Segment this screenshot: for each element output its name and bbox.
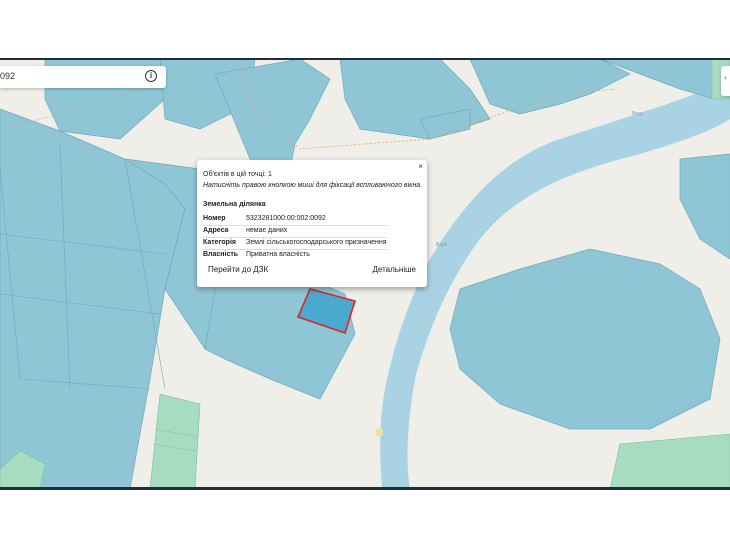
close-icon[interactable]: × (418, 162, 423, 171)
info-row: Категорія Землі сільськогосподарського п… (203, 238, 387, 250)
info-row: Адреса немає даних (203, 226, 387, 238)
objects-count: Об'єктів в цій точці: 1 (203, 171, 272, 178)
row-value: Землі сільськогосподарського призначення (246, 239, 387, 246)
details-button[interactable]: Детальніше (372, 265, 416, 274)
road-label: Ворс (436, 242, 448, 248)
parcel[interactable] (469, 59, 631, 115)
map-marker (376, 429, 383, 436)
green-plot (149, 393, 201, 489)
map-control-button[interactable]: › (721, 66, 730, 96)
search-input[interactable]: 092 (0, 71, 15, 81)
parcel[interactable] (679, 153, 730, 260)
top-divider (0, 58, 730, 60)
search-box[interactable]: 092 i (0, 66, 166, 88)
info-row: Власність Приватна власність (203, 250, 387, 261)
row-key: Категорія (203, 239, 236, 246)
parcel[interactable] (449, 248, 721, 430)
row-value: немає даних (246, 227, 288, 234)
row-key: Власність (203, 251, 239, 258)
green-plot (609, 433, 730, 489)
row-key: Номер (203, 215, 226, 222)
control-icon: › (724, 73, 727, 82)
row-value: Приватна власність (246, 251, 310, 258)
info-row: Номер 5323281000:00:002:0092 (203, 214, 387, 226)
road-label: Ворс (632, 111, 644, 117)
row-value: 5323281000:00:002:0092 (246, 215, 326, 222)
row-key: Адреса (203, 227, 229, 234)
section-title: Земельна ділянка (203, 201, 266, 208)
bottom-divider (0, 487, 730, 490)
popup-hint: Натисніть правою кнопкою миші для фіксац… (203, 182, 423, 189)
goto-dzk-button[interactable]: Перейти до ДЗК (208, 265, 268, 274)
info-icon[interactable]: i (145, 70, 157, 82)
feature-popup: × Об'єктів в цій точці: 1 Натисніть прав… (197, 160, 427, 287)
